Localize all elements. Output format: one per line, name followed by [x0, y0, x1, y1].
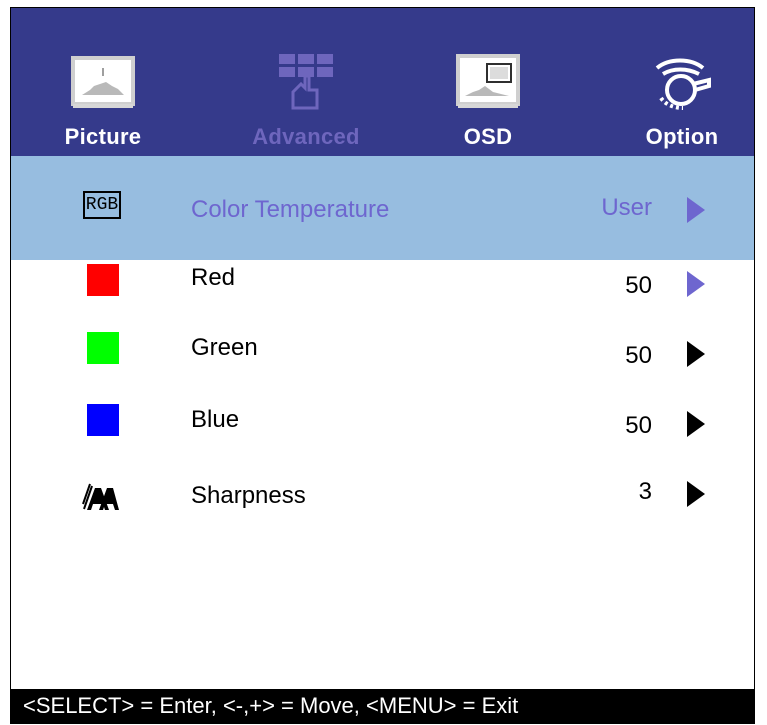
sharpness-label: Sharpness [191, 482, 306, 509]
red-square-icon [87, 264, 119, 296]
picture-icon [71, 56, 135, 108]
sharpness-row[interactable]: Sharpness 3 [11, 470, 754, 540]
green-row[interactable]: Green 50 [11, 330, 754, 400]
red-row[interactable]: Red 50 [11, 260, 754, 330]
tab-label-picture: Picture [64, 124, 142, 149]
tab-option[interactable]: Option [607, 8, 754, 156]
green-value: 50 [625, 342, 652, 369]
sharpness-value: 3 [638, 478, 652, 505]
chevron-right-icon[interactable] [687, 271, 705, 297]
blue-row[interactable]: Blue 50 [11, 400, 754, 470]
tab-advanced[interactable]: Advanced [231, 8, 381, 156]
blue-label: Blue [191, 406, 240, 433]
green-square-icon [87, 332, 119, 364]
footer-hint: <SELECT> = Enter, <-,+> = Move, <MENU> =… [11, 689, 754, 723]
tab-osd[interactable]: OSD [423, 8, 553, 156]
rgb-icon-text: RGB [83, 191, 121, 219]
osd-frame: Picture Advanced OSD Option RGB Color Te… [10, 7, 755, 724]
option-icon [655, 58, 711, 110]
chevron-right-icon[interactable] [687, 197, 705, 223]
blue-value: 50 [625, 412, 652, 439]
tab-label-osd: OSD [463, 124, 513, 149]
osd-menu: Picture Advanced OSD Option RGB Color Te… [0, 0, 767, 725]
tab-label-option: Option [645, 124, 719, 149]
chevron-right-icon[interactable] [687, 411, 705, 437]
chevron-right-icon[interactable] [687, 341, 705, 367]
blue-square-icon [87, 404, 119, 436]
sharpness-icon [82, 483, 119, 510]
green-label: Green [191, 334, 258, 361]
red-value: 50 [625, 272, 652, 299]
color-temperature-value: User [601, 194, 652, 221]
osd-icon [456, 54, 520, 108]
tab-picture[interactable]: Picture [33, 8, 173, 156]
red-label: Red [191, 264, 236, 291]
color-temperature-row[interactable]: RGB Color Temperature User [11, 156, 754, 260]
chevron-right-icon[interactable] [687, 481, 705, 507]
tab-bar: Picture Advanced OSD Option [11, 8, 754, 156]
rgb-icon: RGB [83, 191, 123, 225]
advanced-icon [279, 54, 333, 110]
tab-label-advanced: Advanced [252, 124, 360, 149]
color-temperature-label: Color Temperature [191, 196, 390, 223]
